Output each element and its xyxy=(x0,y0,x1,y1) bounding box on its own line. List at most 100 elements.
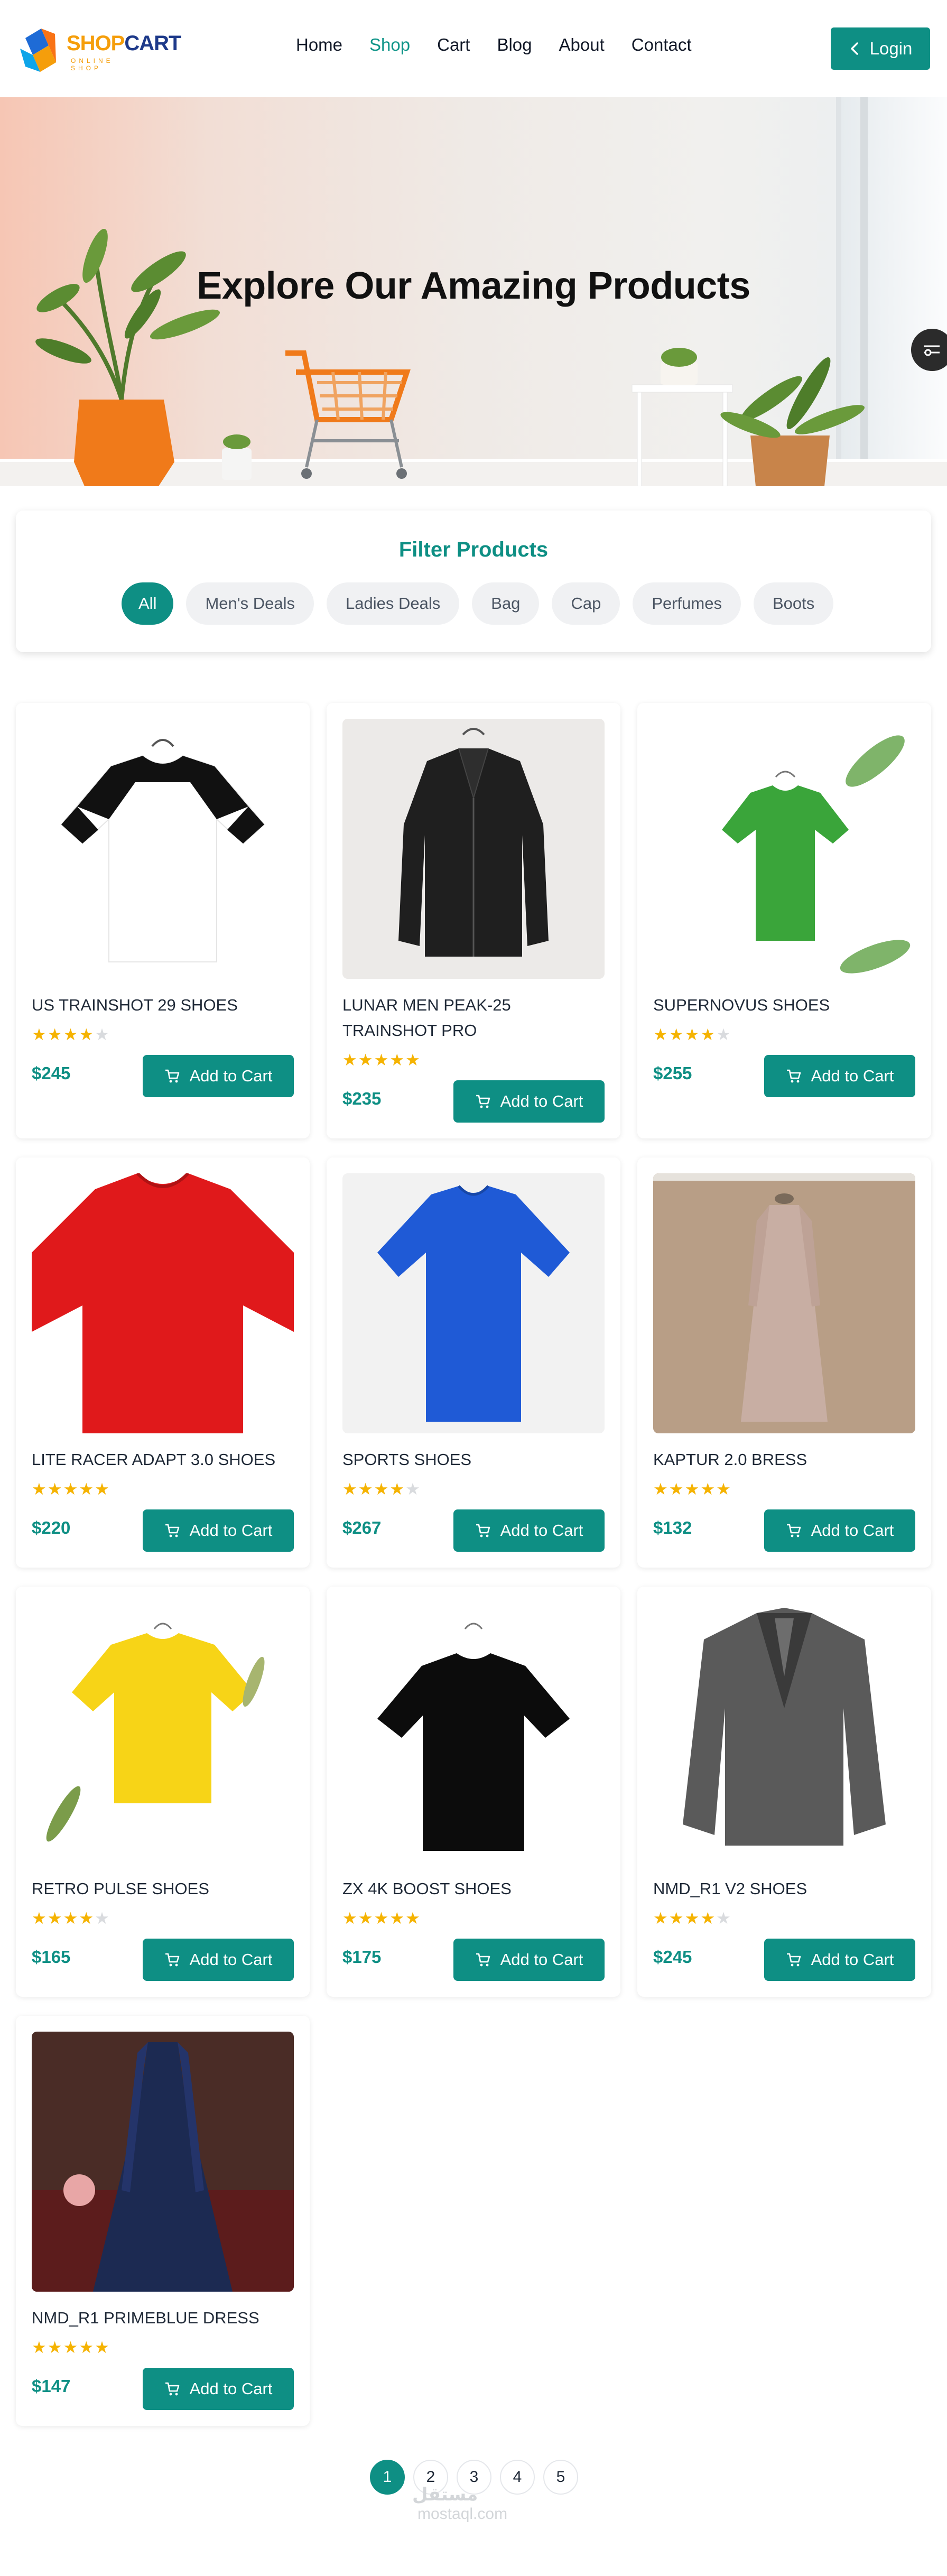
filter-chip-bag[interactable]: Bag xyxy=(472,582,540,625)
add-to-cart-label: Add to Cart xyxy=(189,1950,273,1969)
add-to-cart-label: Add to Cart xyxy=(811,1067,894,1085)
filter-chip-cap[interactable]: Cap xyxy=(552,582,620,625)
filter-chip-ladies-deals[interactable]: Ladies Deals xyxy=(327,582,460,625)
product-name[interactable]: LUNAR MEN PEAK-25 TRAINSHOT PRO xyxy=(342,993,605,1043)
product-name[interactable]: SUPERNOVUS SHOES xyxy=(653,993,915,1018)
product-card[interactable]: LUNAR MEN PEAK-25 TRAINSHOT PRO ★★★★★ $2… xyxy=(327,703,620,1138)
product-rating: ★★★★★ xyxy=(653,1480,732,1498)
product-image[interactable] xyxy=(653,1602,915,1862)
nav-contact[interactable]: Contact xyxy=(632,35,692,55)
product-card[interactable]: NMD_R1 PRIMEBLUE DRESS ★★★★★ $147 Add to… xyxy=(16,2016,310,2426)
product-price: $132 xyxy=(653,1518,692,1537)
filter-chip-all[interactable]: All xyxy=(122,582,174,625)
product-card[interactable]: US TRAINSHOT 29 SHOES ★★★★★ $245 Add to … xyxy=(16,703,310,1138)
login-button[interactable]: Login xyxy=(831,27,930,70)
page-button-4[interactable]: 4 xyxy=(500,2460,535,2495)
product-card[interactable]: SPORTS SHOES ★★★★★ $267 Add to Cart xyxy=(327,1157,620,1568)
logo-mark-icon xyxy=(20,29,56,72)
product-name[interactable]: ZX 4K BOOST SHOES xyxy=(342,1876,605,1902)
add-to-cart-label: Add to Cart xyxy=(500,1092,583,1110)
wicker-basket-plant xyxy=(720,357,865,486)
product-image[interactable] xyxy=(653,719,915,979)
nav-cart[interactable]: Cart xyxy=(437,35,470,55)
product-name[interactable]: RETRO PULSE SHOES xyxy=(32,1876,294,1902)
product-card[interactable]: ZX 4K BOOST SHOES ★★★★★ $175 Add to Cart xyxy=(327,1587,620,1997)
add-to-cart-label: Add to Cart xyxy=(500,1950,583,1969)
add-to-cart-button[interactable]: Add to Cart xyxy=(764,1055,915,1097)
product-image[interactable] xyxy=(32,1602,294,1862)
site-header: SHOPCART ONLINE SHOP Home Shop Cart Blog… xyxy=(0,0,947,97)
add-to-cart-button[interactable]: Add to Cart xyxy=(764,1509,915,1552)
add-to-cart-button[interactable]: Add to Cart xyxy=(453,1080,605,1123)
product-card[interactable]: NMD_R1 V2 SHOES ★★★★★ $245 Add to Cart xyxy=(637,1587,931,1997)
settings-toggle-icon xyxy=(924,345,940,356)
product-card[interactable]: SUPERNOVUS SHOES ★★★★★ $255 Add to Cart xyxy=(637,703,931,1138)
add-to-cart-button[interactable]: Add to Cart xyxy=(453,1939,605,1981)
filter-chip-boots[interactable]: Boots xyxy=(753,582,834,625)
filter-panel: Filter Products All Men's Deals Ladies D… xyxy=(16,511,931,652)
add-to-cart-label: Add to Cart xyxy=(189,1067,273,1085)
small-white-pot xyxy=(222,434,252,480)
chevron-left-icon xyxy=(850,42,858,55)
add-to-cart-button[interactable]: Add to Cart xyxy=(453,1509,605,1552)
product-price: $245 xyxy=(32,1063,71,1083)
product-name[interactable]: NMD_R1 V2 SHOES xyxy=(653,1876,915,1902)
product-rating: ★★★★★ xyxy=(342,1909,421,1928)
product-price: $165 xyxy=(32,1947,71,1967)
product-price: $245 xyxy=(653,1947,692,1967)
page-button-1[interactable]: 1 xyxy=(370,2460,405,2495)
product-image[interactable] xyxy=(342,1602,605,1862)
product-name[interactable]: LITE RACER ADAPT 3.0 SHOES xyxy=(32,1447,294,1472)
cart-icon xyxy=(786,1524,801,1537)
product-price: $267 xyxy=(342,1518,382,1537)
cart-icon xyxy=(786,1069,801,1083)
filter-chip-perfumes[interactable]: Perfumes xyxy=(633,582,741,625)
product-image[interactable] xyxy=(32,1173,294,1433)
cart-icon xyxy=(476,1524,490,1537)
nav-about[interactable]: About xyxy=(559,35,605,55)
add-to-cart-label: Add to Cart xyxy=(500,1521,583,1540)
product-price: $235 xyxy=(342,1089,382,1108)
nav-shop[interactable]: Shop xyxy=(369,35,410,55)
cart-icon xyxy=(165,1524,179,1537)
add-to-cart-button[interactable]: Add to Cart xyxy=(143,1939,294,1981)
product-image[interactable] xyxy=(342,719,605,979)
add-to-cart-button[interactable]: Add to Cart xyxy=(764,1939,915,1981)
product-price: $255 xyxy=(653,1063,692,1083)
add-to-cart-button[interactable]: Add to Cart xyxy=(143,1055,294,1097)
product-name[interactable]: SPORTS SHOES xyxy=(342,1447,605,1472)
filter-chip-mens-deals[interactable]: Men's Deals xyxy=(186,582,314,625)
shopping-cart-decor xyxy=(285,350,411,479)
product-rating: ★★★★★ xyxy=(653,1909,732,1928)
cart-icon xyxy=(476,1953,490,1967)
filter-title: Filter Products xyxy=(398,538,549,561)
cart-icon xyxy=(165,1953,179,1967)
product-rating: ★★★★★ xyxy=(32,1480,110,1498)
product-name[interactable]: KAPTUR 2.0 BRESS xyxy=(653,1447,915,1472)
product-name[interactable]: NMD_R1 PRIMEBLUE DRESS xyxy=(32,2305,294,2331)
cart-icon xyxy=(165,2382,179,2396)
cart-icon xyxy=(786,1953,801,1967)
watermark-logo: مستقل xyxy=(412,2485,478,2505)
product-card[interactable]: LITE RACER ADAPT 3.0 SHOES ★★★★★ $220 Ad… xyxy=(16,1157,310,1568)
main-nav: Home Shop Cart Blog About Contact xyxy=(296,35,719,55)
product-image[interactable] xyxy=(342,1173,605,1433)
product-card[interactable]: KAPTUR 2.0 BRESS ★★★★★ $132 Add to Cart xyxy=(637,1157,931,1568)
product-name[interactable]: US TRAINSHOT 29 SHOES xyxy=(32,993,294,1018)
logo-wordmark: SHOPCART xyxy=(67,32,181,55)
product-image[interactable] xyxy=(653,1173,915,1433)
logo-tagline: ONLINE SHOP xyxy=(71,57,114,72)
nav-blog[interactable]: Blog xyxy=(497,35,532,55)
product-rating: ★★★★★ xyxy=(32,2338,110,2357)
product-card[interactable]: RETRO PULSE SHOES ★★★★★ $165 Add to Cart xyxy=(16,1587,310,1997)
hero-banner: Explore Our Amazing Products xyxy=(0,97,947,486)
add-to-cart-button[interactable]: Add to Cart xyxy=(143,1509,294,1552)
product-image[interactable] xyxy=(32,2032,294,2292)
nav-home[interactable]: Home xyxy=(296,35,342,55)
page-button-5[interactable]: 5 xyxy=(543,2460,578,2495)
add-to-cart-button[interactable]: Add to Cart xyxy=(143,2368,294,2410)
add-to-cart-label: Add to Cart xyxy=(811,1521,894,1540)
side-table-decor xyxy=(632,348,733,486)
logo[interactable]: SHOPCART ONLINE SHOP xyxy=(18,22,181,75)
product-image[interactable] xyxy=(32,719,294,979)
